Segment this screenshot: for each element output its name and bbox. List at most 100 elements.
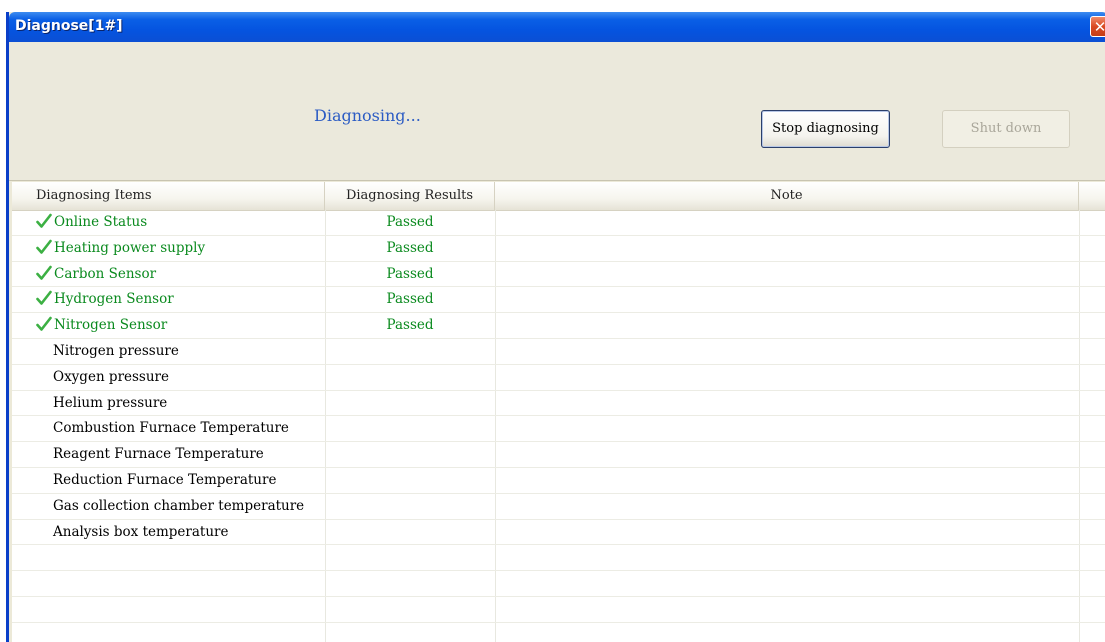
window-title: Diagnose[1#] <box>15 18 123 34</box>
note-cell <box>495 287 1079 312</box>
note-cell <box>495 339 1079 364</box>
note-cell <box>495 545 1079 570</box>
note-cell <box>495 494 1079 519</box>
diagnosing-item-cell: Online Status <box>12 210 325 235</box>
table-body: Online Status Passed Heating power supply P… <box>12 210 1105 642</box>
diagnosing-result-cell: Passed <box>386 239 434 256</box>
table-row[interactable] <box>12 597 1105 623</box>
column-header-items[interactable]: Diagnosing Items <box>12 182 325 210</box>
column-header-filler <box>1079 182 1105 210</box>
diagnosing-item-cell: Helium pressure <box>12 391 325 416</box>
check-icon <box>36 239 52 254</box>
note-cell <box>495 468 1079 493</box>
note-cell <box>495 313 1079 338</box>
table-row[interactable]: Nitrogen pressure <box>12 339 1105 365</box>
diagnosing-item-cell: Reduction Furnace Temperature <box>12 468 325 493</box>
table-row[interactable]: Carbon Sensor Passed <box>12 262 1105 288</box>
diagnosing-item-label: Nitrogen pressure <box>53 342 179 359</box>
toolbar: Diagnosing... Stop diagnosing Shut down <box>9 42 1105 181</box>
note-cell <box>495 365 1079 390</box>
note-cell <box>495 262 1079 287</box>
diagnosing-item-cell: Gas collection chamber temperature <box>12 494 325 519</box>
diagnosing-result-cell: Passed <box>386 291 434 308</box>
note-cell <box>495 416 1079 441</box>
diagnosing-item-cell: Oxygen pressure <box>12 365 325 390</box>
table-row[interactable] <box>12 623 1105 642</box>
diagnosing-item-cell: Heating power supply <box>12 236 325 261</box>
note-cell <box>495 597 1079 622</box>
diagnosing-item-cell <box>12 545 325 570</box>
title-bar[interactable]: Diagnose[1#] ✕ <box>9 12 1105 42</box>
check-icon <box>36 291 52 306</box>
diagnosing-item-label: Carbon Sensor <box>54 265 157 282</box>
table-row[interactable] <box>12 545 1105 572</box>
note-cell <box>495 236 1079 261</box>
note-cell <box>495 442 1079 467</box>
table-header: Diagnosing Items Diagnosing Results Note <box>12 182 1105 211</box>
note-cell <box>495 520 1079 545</box>
diagnosing-result-cell <box>325 571 495 596</box>
diagnosing-item-label: Nitrogen Sensor <box>54 317 168 334</box>
diagnosing-item-label: Heating power supply <box>54 239 206 256</box>
table-row[interactable]: Online Status Passed <box>12 210 1105 236</box>
diagnosing-item-cell: Hydrogen Sensor <box>12 287 325 312</box>
table-row[interactable]: Analysis box temperature <box>12 520 1105 546</box>
diagnosing-result-cell <box>325 623 495 642</box>
diagnosing-item-label: Hydrogen Sensor <box>54 291 174 308</box>
diagnosing-result-cell <box>325 339 495 364</box>
check-icon <box>36 213 52 228</box>
check-icon <box>36 265 52 280</box>
diagnosing-result-cell <box>325 494 495 519</box>
table-row[interactable] <box>12 571 1105 597</box>
diagnosing-item-label: Helium pressure <box>53 394 168 411</box>
column-header-note[interactable]: Note <box>495 182 1079 210</box>
stop-diagnosing-button[interactable]: Stop diagnosing <box>761 110 890 148</box>
diagnosing-result-cell <box>325 442 495 467</box>
diagnosing-item-label: Analysis box temperature <box>53 523 229 540</box>
note-cell <box>495 623 1079 642</box>
diagnosing-item-cell: Combustion Furnace Temperature <box>12 416 325 441</box>
diagnosing-result-cell: Passed <box>386 265 434 282</box>
diagnosing-result-cell <box>325 545 495 570</box>
table-row[interactable]: Helium pressure <box>12 391 1105 417</box>
diagnosing-item-label: Oxygen pressure <box>53 368 170 385</box>
diagnosing-item-label: Gas collection chamber temperature <box>53 497 305 514</box>
diagnosing-item-label: Online Status <box>54 214 148 230</box>
table-row[interactable]: Reagent Furnace Temperature <box>12 442 1105 468</box>
diagnosing-result-cell <box>325 468 495 493</box>
check-icon <box>36 316 52 331</box>
table-row[interactable]: Hydrogen Sensor Passed <box>12 287 1105 314</box>
note-cell <box>495 571 1079 596</box>
diagnosing-item-cell: Nitrogen pressure <box>12 339 325 364</box>
shut-down-button[interactable]: Shut down <box>942 110 1070 148</box>
diagnosing-result-cell <box>325 391 495 416</box>
diagnosing-result-cell <box>325 416 495 441</box>
diagnosing-item-label: Reduction Furnace Temperature <box>53 471 277 488</box>
diagnosing-item-cell: Reagent Furnace Temperature <box>12 442 325 467</box>
table-row[interactable]: Reduction Furnace Temperature <box>12 468 1105 494</box>
table-row[interactable]: Oxygen pressure <box>12 365 1105 391</box>
note-cell <box>495 391 1079 416</box>
diagnosing-result-cell <box>325 365 495 390</box>
table-row[interactable]: Nitrogen Sensor Passed <box>12 313 1105 339</box>
close-icon: ✕ <box>1093 18 1105 36</box>
diagnosing-item-cell <box>12 623 325 642</box>
table-row[interactable]: Combustion Furnace Temperature <box>12 416 1105 443</box>
diagnosing-item-cell: Analysis box temperature <box>12 520 325 545</box>
note-cell <box>495 210 1079 235</box>
diagnosing-item-cell <box>12 571 325 596</box>
column-header-results[interactable]: Diagnosing Results <box>325 182 495 210</box>
close-button[interactable]: ✕ <box>1090 16 1105 37</box>
diagnose-window: Diagnose[1#] ✕ Diagnosing... Stop diagno… <box>6 12 1105 642</box>
diagnosing-item-cell: Carbon Sensor <box>12 262 325 287</box>
table-row[interactable]: Heating power supply Passed <box>12 236 1105 262</box>
diagnosing-item-label: Combustion Furnace Temperature <box>53 420 289 437</box>
table-row[interactable]: Gas collection chamber temperature <box>12 494 1105 520</box>
diagnosing-item-cell: Nitrogen Sensor <box>12 313 325 338</box>
diagnosing-item-label: Reagent Furnace Temperature <box>53 446 264 463</box>
diagnosing-result-cell <box>325 520 495 545</box>
status-text: Diagnosing... <box>314 106 421 125</box>
diagnosing-result-cell: Passed <box>386 214 434 230</box>
diagnosing-item-cell <box>12 597 325 622</box>
diagnosing-result-cell: Passed <box>386 317 434 334</box>
